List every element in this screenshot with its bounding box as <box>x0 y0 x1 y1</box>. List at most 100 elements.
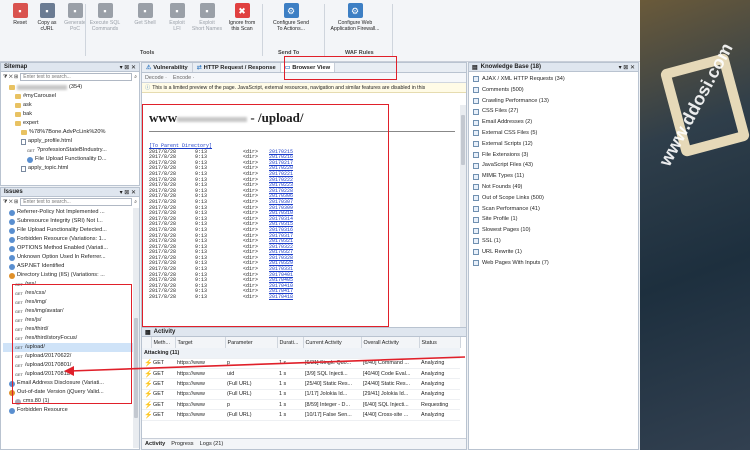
search-icon[interactable]: ⌕ <box>134 199 137 205</box>
issue-item[interactable]: Subresource Integrity (SRI) Not I... <box>3 217 137 226</box>
search-icon[interactable]: ⌕ <box>134 74 137 80</box>
pin-icon[interactable]: ▾ ⊠ ✕ <box>120 189 136 196</box>
kb-item-icon <box>473 76 479 83</box>
activity-column-header[interactable]: Current Activity <box>303 337 362 348</box>
ribbon-button-3[interactable]: ▪ Execute SQL Commands <box>88 3 122 32</box>
issue-item[interactable]: Unknown Option Used In Referrer... <box>3 253 137 262</box>
issue-item[interactable]: File Upload Functionality Detected... <box>3 226 137 235</box>
kb-item[interactable]: External Scripts (12) <box>473 139 634 150</box>
kb-item[interactable]: Comments (500) <box>473 85 634 96</box>
issue-item[interactable]: Forbidden Resource <box>3 406 137 415</box>
issue-item[interactable]: OPTIONS Method Enabled (Variati... <box>3 244 137 253</box>
sql-icon: ▪ <box>97 3 113 18</box>
activity-column-header[interactable]: Durati... <box>277 337 304 348</box>
kb-item[interactable]: Out of Scope Links (500) <box>473 193 634 204</box>
sitemap-item[interactable]: GET ?professionStateBIndustry... <box>3 146 137 155</box>
kb-item[interactable]: Slowest Pages (10) <box>473 225 634 236</box>
kb-item[interactable]: Scan Performance (41) <box>473 204 634 215</box>
kb-item[interactable]: MIME Types (11) <box>473 171 634 182</box>
folder-icon <box>15 121 21 126</box>
preview-notice-bar: ⓘ This is a limited preview of the page.… <box>142 83 466 93</box>
sitemap-item[interactable]: #myCarousel <box>3 92 137 101</box>
tab-http[interactable]: ⇄ HTTP Request / Response <box>193 63 281 72</box>
kb-item[interactable]: Crawling Performance (13) <box>473 96 634 107</box>
pin-icon[interactable]: ▾ ⊠ ✕ <box>619 64 635 71</box>
issue-severity-icon <box>9 227 15 234</box>
kb-item[interactable]: Site Profile (1) <box>473 214 634 225</box>
sitemap-item-label: %78%7Bone.AdvPcLink%20% <box>29 129 106 135</box>
ribbon-separator <box>324 4 325 56</box>
ribbon-button-2[interactable]: ▪ Generate PoC <box>58 3 92 32</box>
preview-notice: This is a limited preview of the page. J… <box>152 84 426 91</box>
desktop-background <box>640 0 750 450</box>
reset-icon: ▪ <box>12 3 28 18</box>
kb-item[interactable]: SSL (1) <box>473 236 634 247</box>
sitemap-item[interactable]: expert <box>3 119 137 128</box>
issue-item[interactable]: Forbidden Resource (Variations: 1... <box>3 235 137 244</box>
activity-column-header[interactable]: Parameter <box>225 337 278 348</box>
ribbon-button-7[interactable]: ✖ Ignore from this Scan <box>225 3 259 32</box>
activity-tab-1[interactable]: Progress <box>171 441 193 447</box>
sitemap-item[interactable]: bak <box>3 110 137 119</box>
issue-item[interactable]: Directory Listing (IIS) (Variations: ... <box>3 271 137 280</box>
issues-search-input[interactable] <box>20 198 133 206</box>
kb-item[interactable]: File Extensions (3) <box>473 150 634 161</box>
kb-item[interactable]: Not Founds (49) <box>473 182 634 193</box>
activity-row[interactable]: ⚡GEThttps://www(Full URL)1 s[1/17] Jolok… <box>142 389 460 400</box>
filter-icon[interactable]: ⧩ ✕ ⊞ <box>3 74 18 80</box>
activity-row[interactable]: ⚡GEThttps://www(Full URL)1 s[10/17] Fals… <box>142 409 460 421</box>
activity-column-header[interactable]: Target <box>175 337 226 348</box>
kb-item-label: JavaScript Files (43) <box>482 162 533 169</box>
activity-column-header[interactable]: Overall Activity <box>361 337 420 348</box>
ribbon-button-6[interactable]: ▪ Exploit Short Names <box>190 3 224 32</box>
filter-icon[interactable]: ⧩ ✕ ⊞ <box>3 199 18 205</box>
activity-title: Activity <box>153 329 176 335</box>
sitemap-item[interactable]: %78%7Bone.AdvPcLink%20% <box>3 128 137 137</box>
ribbon-button-label: Configure Send To Actions... <box>272 20 310 32</box>
activity-column-header[interactable]: Status <box>419 337 461 348</box>
sitemap-item[interactable]: apply_profile.html <box>3 137 137 146</box>
sitemap-item-label: bak <box>23 111 33 117</box>
kb-item-icon <box>473 238 479 245</box>
ribbon-button-5[interactable]: ▪ Exploit LFI <box>160 3 194 32</box>
sitemap-item-label: ?professionStateBIndustry... <box>37 147 107 153</box>
kb-item[interactable]: Email Addresses (2) <box>473 117 634 128</box>
activity-tab-0[interactable]: Activity <box>145 441 165 447</box>
ribbon-button-8[interactable]: ⚙ Configure Send To Actions... <box>266 3 316 32</box>
ribbon-button-label: Generate PoC <box>64 20 86 32</box>
decode-dropdown[interactable]: Decode · <box>145 75 167 81</box>
kb-item[interactable]: Web Pages With Inputs (7) <box>473 258 634 269</box>
sitemap-item[interactable]: apply_topic.html <box>3 164 137 173</box>
issue-item[interactable]: ASP.NET Identified <box>3 262 137 271</box>
kb-item[interactable]: CSS Files (27) <box>473 106 634 117</box>
kb-list: AJAX / XML HTTP Requests (34) Comments (5… <box>469 72 638 270</box>
ribbon-button-4[interactable]: ▪ Get Shell <box>128 3 162 26</box>
activity-column-header[interactable]: Meth... <box>151 337 176 348</box>
tab-vulnerability[interactable]: ⚠ Vulnerability <box>142 63 193 72</box>
kb-item[interactable]: External CSS Files (5) <box>473 128 634 139</box>
encode-dropdown[interactable]: Encode · <box>173 75 195 81</box>
activity-column-header[interactable] <box>142 337 152 348</box>
ribbon-button-9[interactable]: ⚙ Configure Web Application Firewall... <box>330 3 380 32</box>
activity-cell-overall: [4/40] Cross-site ... <box>361 409 419 421</box>
sitemap-item[interactable]: ask <box>3 101 137 110</box>
kb-item[interactable]: JavaScript Files (43) <box>473 160 634 171</box>
activity-row[interactable]: ⚡GEThttps://wwwp1 s[8/59] Integer - D...… <box>142 399 460 411</box>
redacted-host <box>17 85 67 90</box>
kb-item[interactable]: AJAX / XML HTTP Requests (34) <box>473 74 634 85</box>
issues-title: Issues <box>4 189 23 195</box>
sitemap-search-input[interactable] <box>20 73 133 81</box>
sitemap-tree: (354) #myCarousel ask bak expert %78%7Bone.Ad… <box>1 82 139 174</box>
activity-tab-2[interactable]: Logs (21) <box>200 441 224 447</box>
kb-item-label: AJAX / XML HTTP Requests (34) <box>482 76 565 82</box>
sitemap-item[interactable]: File Upload Functionality D... <box>3 155 137 164</box>
issues-scrollbar[interactable] <box>133 208 139 448</box>
ribbon-button-label: Configure Web Application Firewall... <box>330 20 380 32</box>
kb-item-icon <box>473 162 479 169</box>
folder-icon <box>9 85 15 90</box>
kb-item[interactable]: URL Rewrite (1) <box>473 247 634 258</box>
issue-item[interactable]: Referrer-Policy Not Implemented ... <box>3 208 137 217</box>
folder-icon <box>15 103 21 108</box>
sitemap-item[interactable]: (354) <box>3 83 137 92</box>
pin-icon[interactable]: ▾ ⊠ ✕ <box>120 64 136 71</box>
